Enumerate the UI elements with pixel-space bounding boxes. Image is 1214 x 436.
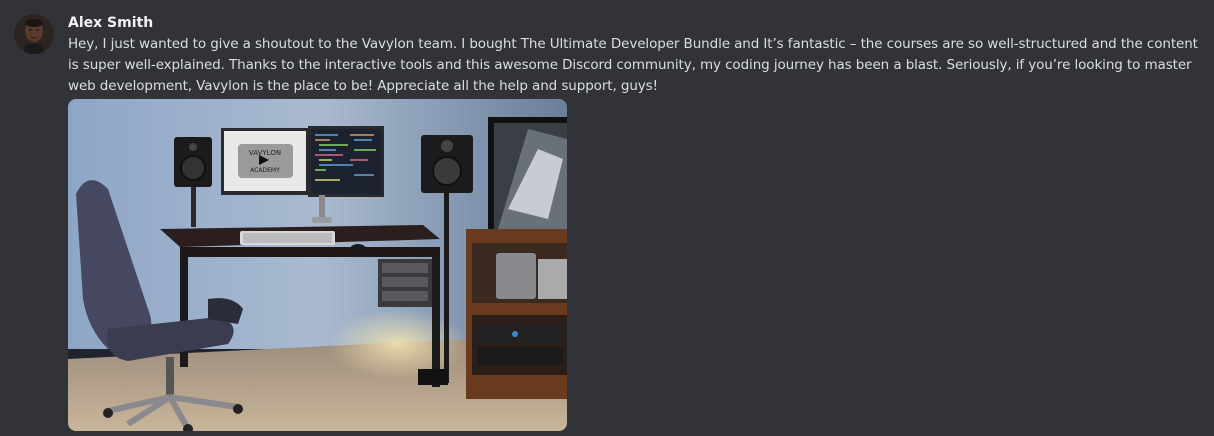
monitor-logo-line1: VAVYLON xyxy=(249,149,281,157)
chat-message: Alex Smith Hey, I just wanted to give a … xyxy=(0,0,1214,436)
desk-setup-photo: VAVYLON ACADEMY xyxy=(68,99,567,431)
message-text: Hey, I just wanted to give a shoutout to… xyxy=(68,36,1198,94)
user-avatar-icon xyxy=(14,14,54,54)
author-name[interactable]: Alex Smith xyxy=(68,13,1208,33)
monitor-logo-line2: ACADEMY xyxy=(250,167,280,174)
avatar[interactable] xyxy=(14,14,54,54)
image-attachment[interactable]: VAVYLON ACADEMY xyxy=(68,99,567,431)
message-content: Alex Smith Hey, I just wanted to give a … xyxy=(68,13,1208,97)
